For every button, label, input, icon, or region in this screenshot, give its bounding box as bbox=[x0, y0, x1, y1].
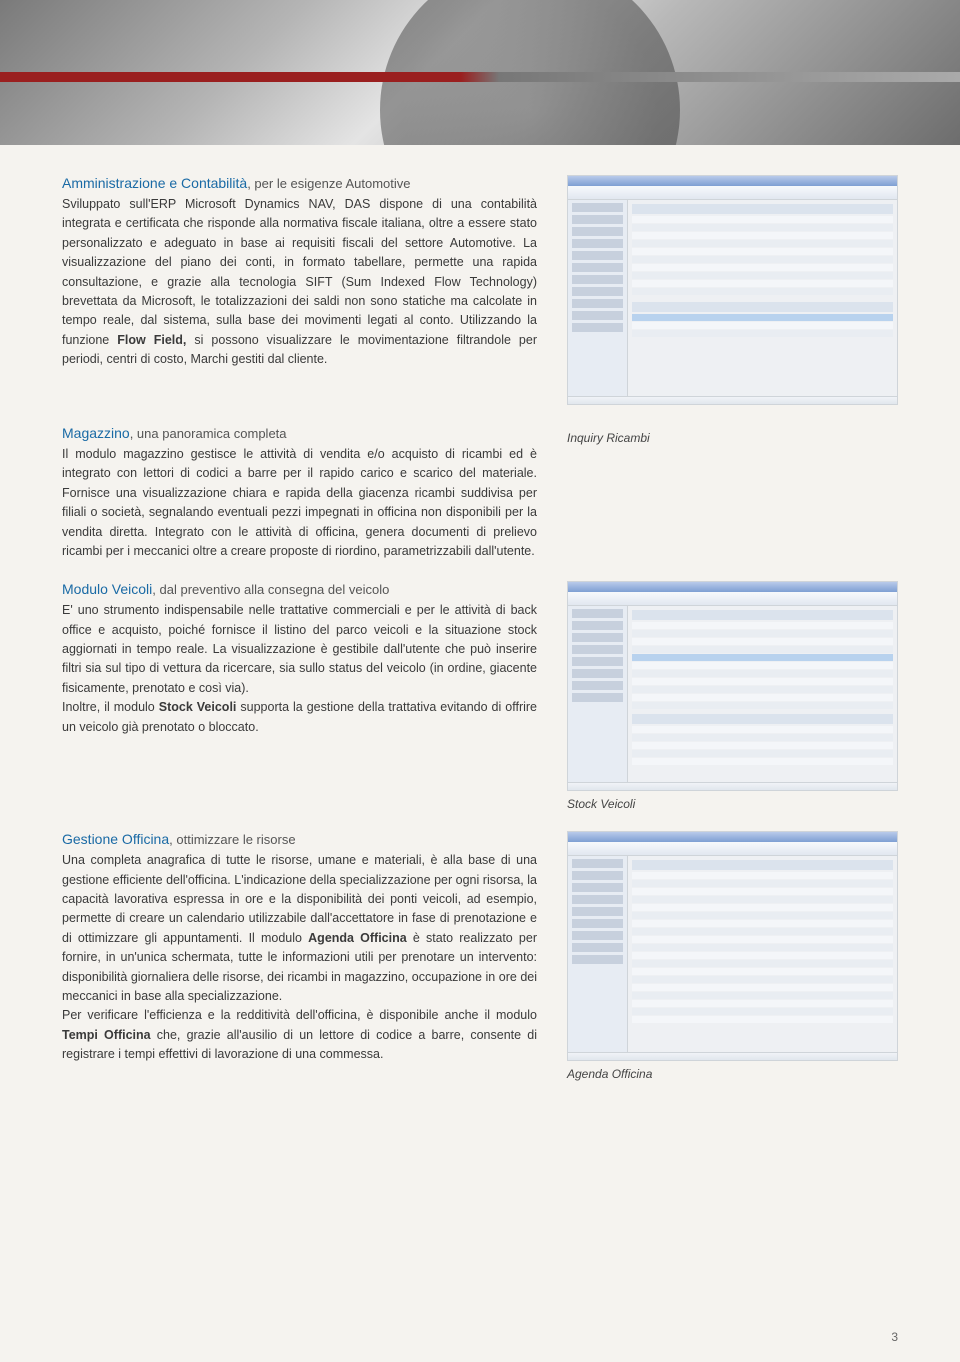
hero-image bbox=[0, 0, 960, 145]
veicoli-caption: Stock Veicoli bbox=[567, 797, 898, 811]
veicoli-title: Modulo Veicoli bbox=[62, 581, 152, 597]
magazzino-heading: Magazzino, una panoramica completa bbox=[62, 425, 537, 441]
officina-heading: Gestione Officina, ottimizzare le risors… bbox=[62, 831, 537, 847]
veicoli-body: E' uno strumento indispensabile nelle tr… bbox=[62, 601, 537, 737]
admin-heading: Amministrazione e Contabilità, per le es… bbox=[62, 175, 537, 191]
page-content: Amministrazione e Contabilità, per le es… bbox=[0, 145, 960, 1141]
veicoli-subtitle: , dal preventivo alla consegna del veico… bbox=[152, 582, 389, 597]
hero-accent-bar bbox=[0, 72, 960, 82]
veicoli-screenshot bbox=[567, 581, 898, 791]
magazzino-subtitle: , una panoramica completa bbox=[130, 426, 287, 441]
admin-body: Sviluppato sull'ERP Microsoft Dynamics N… bbox=[62, 195, 537, 369]
veicoli-heading: Modulo Veicoli, dal preventivo alla cons… bbox=[62, 581, 537, 597]
officina-title: Gestione Officina bbox=[62, 831, 169, 847]
magazzino-caption: Inquiry Ricambi bbox=[567, 431, 898, 445]
magazzino-title: Magazzino bbox=[62, 425, 130, 441]
magazzino-body: Il modulo magazzino gestisce le attività… bbox=[62, 445, 537, 561]
admin-screenshot bbox=[567, 175, 898, 405]
officina-body: Una completa anagrafica di tutte le riso… bbox=[62, 851, 537, 1064]
admin-subtitle: , per le esigenze Automotive bbox=[247, 176, 410, 191]
admin-title: Amministrazione e Contabilità bbox=[62, 175, 247, 191]
officina-screenshot bbox=[567, 831, 898, 1061]
officina-subtitle: , ottimizzare le risorse bbox=[169, 832, 295, 847]
page-number: 3 bbox=[891, 1330, 898, 1344]
officina-caption: Agenda Officina bbox=[567, 1067, 898, 1081]
